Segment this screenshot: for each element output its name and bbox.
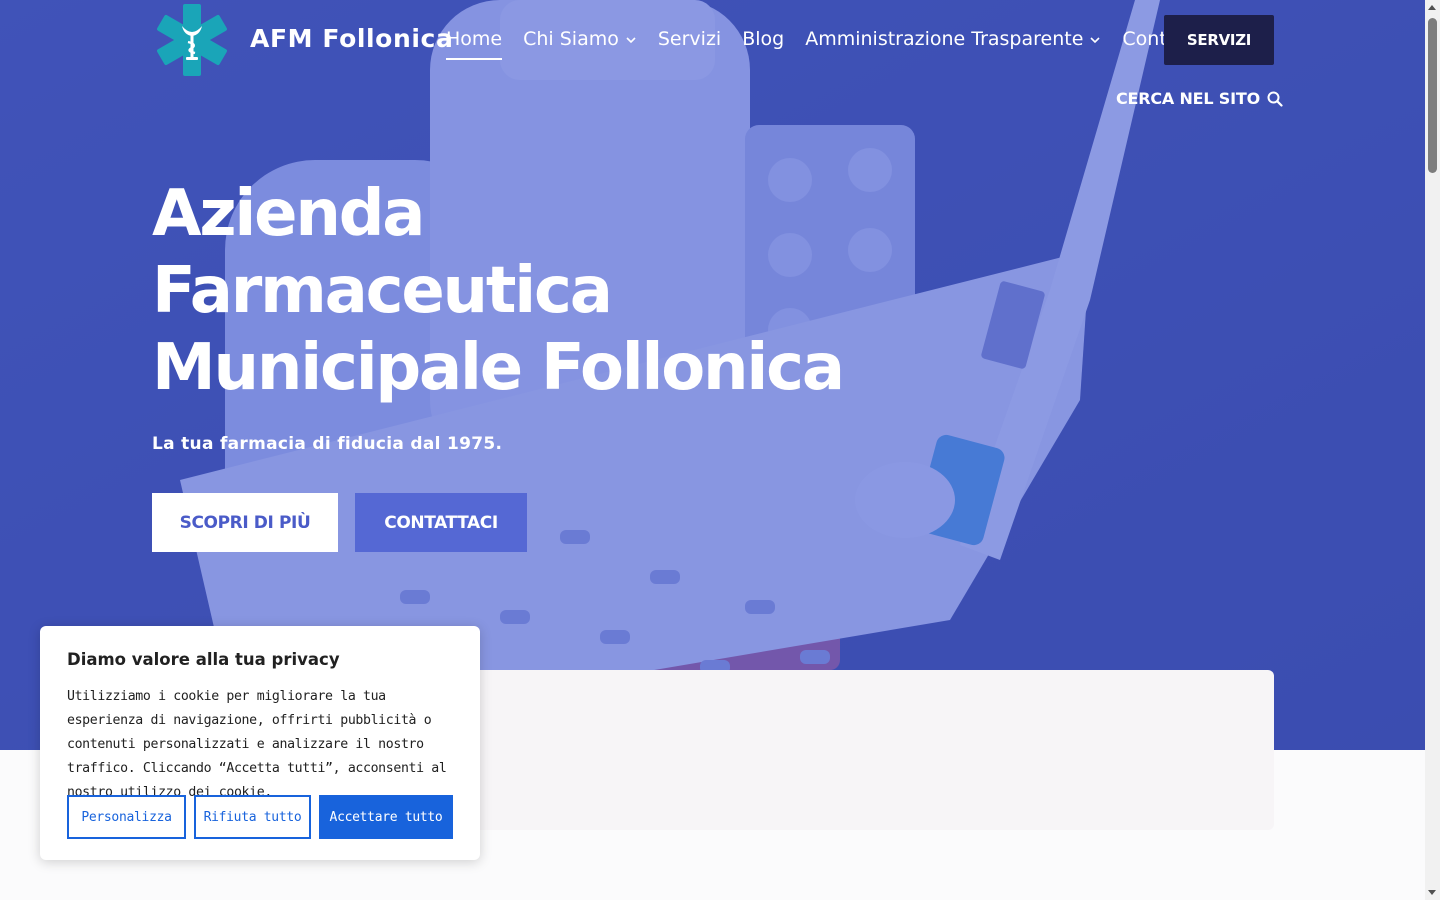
content-card (480, 670, 1274, 830)
search-label: CERCA NEL SITO (1116, 89, 1260, 108)
cookie-actions: Personalizza Rifiuta tutto Accettare tut… (67, 795, 453, 839)
scrollbar-thumb[interactable] (1428, 18, 1437, 173)
cookie-consent-banner: Diamo valore alla tua privacy Utilizziam… (40, 626, 480, 860)
scroll-down-arrow-icon[interactable] (1428, 890, 1436, 895)
page-scrollbar[interactable] (1425, 0, 1440, 900)
brand-name[interactable]: AFM Follonica (250, 24, 453, 53)
servizi-cta-button[interactable]: SERVIZI (1164, 15, 1274, 65)
nav-amministrazione-trasparente[interactable]: Amministrazione Trasparente (805, 28, 1101, 56)
hero-title-line: Azienda (152, 177, 425, 251)
cookie-customize-button[interactable]: Personalizza (67, 795, 186, 839)
chevron-down-icon (626, 37, 636, 44)
nav-home-label: Home (446, 28, 503, 50)
nav-chi-siamo[interactable]: Chi Siamo (523, 28, 637, 56)
pharmacy-caduceus-logo[interactable] (155, 4, 229, 76)
cookie-accept-button[interactable]: Accettare tutto (319, 795, 453, 839)
contattaci-button[interactable]: CONTATTACI (355, 493, 527, 552)
cookie-description: Utilizziamo i cookie per migliorare la t… (67, 689, 447, 800)
cookie-title: Diamo valore alla tua privacy (67, 650, 340, 669)
nav-servizi[interactable]: Servizi (658, 28, 721, 56)
hero-title-line: Farmaceutica (152, 254, 613, 328)
nav-blog-label: Blog (742, 28, 785, 50)
main-navigation: Home Chi Siamo Servizi Blog Amministrazi… (446, 28, 1199, 60)
nav-servizi-label: Servizi (657, 28, 722, 50)
hero-title: Azienda Farmaceutica Municipale Follonic… (152, 176, 872, 407)
hero-title-line: Municipale Follonica (152, 331, 845, 405)
hero-subtitle: La tua farmacia di fiducia dal 1975. (152, 434, 503, 454)
scroll-up-arrow-icon[interactable] (1428, 5, 1436, 10)
nav-amministrazione-label: Amministrazione Trasparente (805, 28, 1084, 50)
cookie-reject-button[interactable]: Rifiuta tutto (194, 795, 311, 839)
search-icon (1267, 91, 1283, 107)
chevron-down-icon (1090, 37, 1100, 44)
site-search-link[interactable]: CERCA NEL SITO (1116, 89, 1283, 108)
nav-blog[interactable]: Blog (742, 28, 784, 56)
nav-chi-siamo-label: Chi Siamo (523, 28, 619, 50)
nav-home[interactable]: Home (446, 28, 503, 60)
scopri-di-piu-button[interactable]: SCOPRI DI PIÙ (152, 493, 338, 552)
